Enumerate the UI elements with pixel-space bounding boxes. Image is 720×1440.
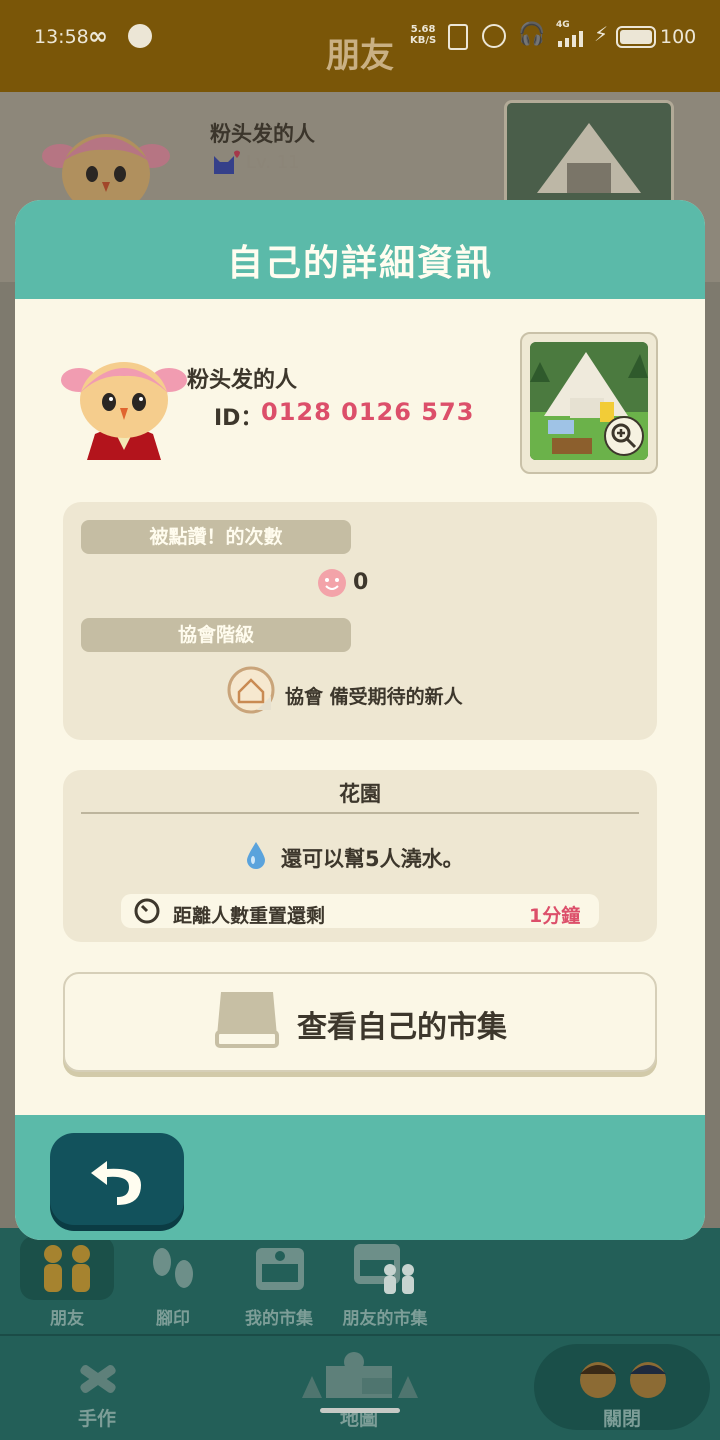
rank-value: 協會 備受期待的新人 <box>285 686 463 708</box>
nav-divider <box>0 1334 720 1336</box>
rank-label: 協會階級 <box>81 618 351 652</box>
view-my-market-label[interactable]: 查看自己的市集 <box>297 1002 507 1046</box>
player-name: 粉头发的人 <box>187 368 298 393</box>
smile-icon <box>317 568 347 598</box>
nav-footprint-label[interactable]: 腳印 <box>118 1304 228 1329</box>
profile-detail-modal: 自己的詳細資訊 粉头发的人 ID： 0128 0126 573 被點讚！的次數 … <box>15 200 705 1240</box>
reset-value: 1分鐘 <box>529 905 581 927</box>
home-indicator <box>320 1408 400 1413</box>
close-label[interactable]: 關閉 <box>567 1404 677 1431</box>
association-badge-icon <box>227 666 275 714</box>
cat-icon <box>210 148 242 176</box>
back-arrow-icon <box>87 1153 147 1207</box>
player-avatar <box>61 350 187 460</box>
campsite-image <box>530 342 648 460</box>
player-id-value: 0128 0126 573 <box>261 398 475 426</box>
reset-label: 距離人數重置還剩 <box>173 905 326 927</box>
nav-friend-market-label[interactable]: 朋友的市集 <box>330 1304 440 1329</box>
market-stall-icon <box>213 988 281 1052</box>
water-remaining-text: 還可以幫5人澆水。 <box>281 847 464 871</box>
map-icon[interactable] <box>298 1348 422 1402</box>
nav-friends-label[interactable]: 朋友 <box>12 1304 122 1329</box>
nav-my-market-label[interactable]: 我的市集 <box>224 1304 334 1329</box>
likes-count: 0 <box>353 570 369 595</box>
friend-level: Lv. 11 <box>246 152 300 173</box>
friend-market-icon[interactable] <box>352 1240 418 1296</box>
garden-divider <box>81 812 639 814</box>
friends-icon[interactable] <box>38 1244 96 1294</box>
water-drop-icon <box>245 840 267 870</box>
back-button[interactable] <box>50 1133 184 1225</box>
friend-campsite-thumbnail <box>504 100 674 216</box>
player-id-label: ID： <box>214 406 263 431</box>
modal-title: 自己的詳細資訊 <box>226 243 493 284</box>
close-faces-icon <box>574 1356 674 1400</box>
nav-craft-label[interactable]: 手作 <box>42 1404 152 1431</box>
friend-name: 粉头发的人 <box>210 122 315 146</box>
zoom-in-icon[interactable] <box>604 416 644 456</box>
campsite-snapshot[interactable] <box>520 332 658 474</box>
friend-avatar <box>40 122 172 214</box>
timer-icon <box>133 897 161 925</box>
page-title: 朋友 <box>326 36 394 76</box>
garden-title: 花園 <box>339 782 381 806</box>
footprint-icon[interactable] <box>148 1244 198 1294</box>
craft-icon[interactable] <box>72 1356 122 1402</box>
likes-label: 被點讚！的次數 <box>81 520 351 554</box>
my-market-icon[interactable] <box>252 1242 308 1294</box>
